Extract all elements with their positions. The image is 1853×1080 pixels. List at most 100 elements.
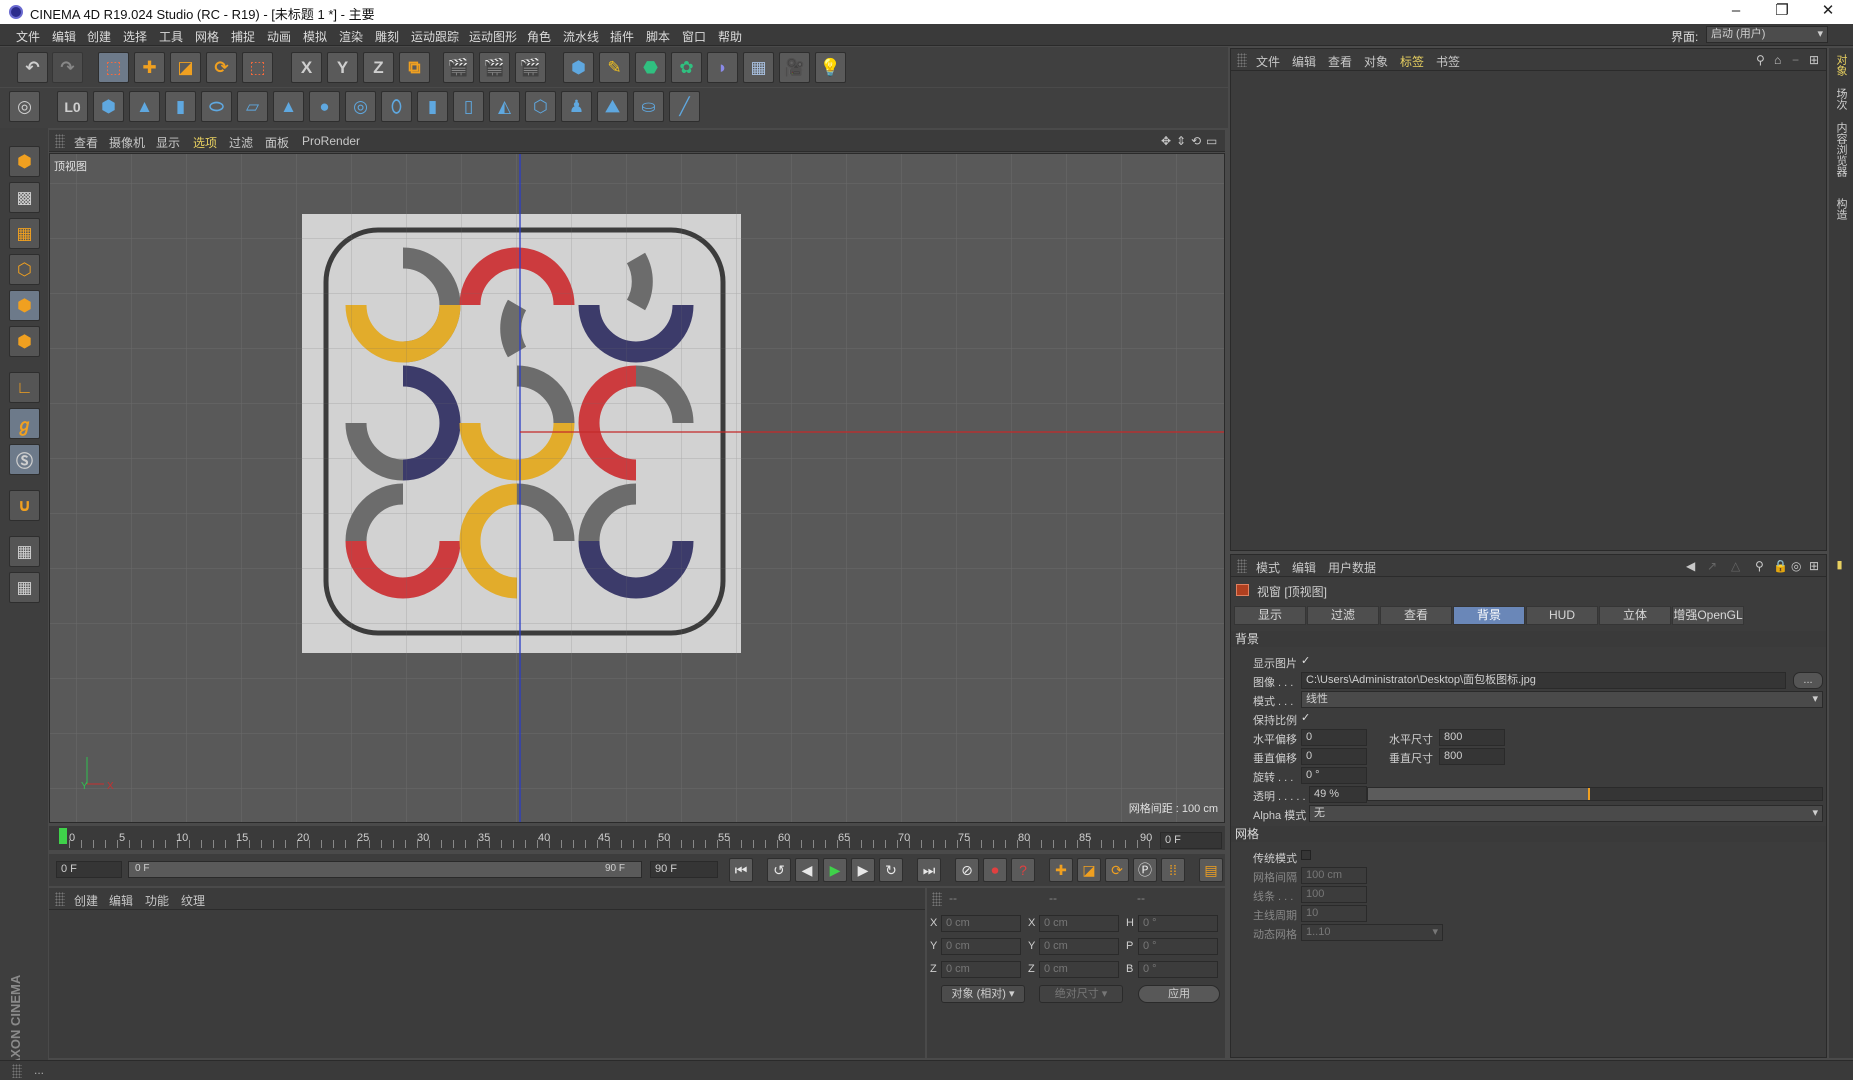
polygons-mode-button[interactable]: ⬢ <box>9 326 40 357</box>
menu-render[interactable]: 渲染 <box>339 28 363 45</box>
camera-button[interactable]: 🎥 <box>779 52 810 83</box>
menu-mograph[interactable]: 运动图形 <box>469 28 517 45</box>
key-scale-button[interactable]: ◪ <box>1077 858 1101 882</box>
legacy-mode-checkbox[interactable] <box>1301 850 1311 860</box>
sphere-primitive-button[interactable]: ● <box>309 91 340 122</box>
tab-background[interactable]: 背景 <box>1453 606 1525 625</box>
up-arrow-icon[interactable]: △ <box>1731 559 1740 573</box>
search-icon[interactable]: ⚲ <box>1756 53 1765 67</box>
interface-select[interactable]: 启动 (用户) ▾ <box>1706 26 1828 43</box>
z-axis-lock-button[interactable]: Z <box>363 52 394 83</box>
texture-mode-button[interactable]: ▩ <box>9 182 40 213</box>
bezier-primitive-button[interactable]: ╱ <box>669 91 700 122</box>
size-mode-select[interactable]: 绝对尺寸 ▾ <box>1039 985 1123 1003</box>
transparency-field[interactable]: 49 % <box>1309 786 1367 803</box>
back-arrow-icon[interactable]: ◀ <box>1686 559 1695 573</box>
landscape-primitive-button[interactable]: ⛰ <box>597 91 628 122</box>
next-frame-button[interactable]: ▶ <box>851 858 875 882</box>
grid-spacing-field[interactable]: 100 cm <box>1301 867 1367 884</box>
materials-menu-texture[interactable]: 纹理 <box>181 892 205 909</box>
prev-frame-button[interactable]: ◀ <box>795 858 819 882</box>
om-menu-view[interactable]: 查看 <box>1328 53 1352 70</box>
om-menu-file[interactable]: 文件 <box>1256 53 1280 70</box>
null-object-button[interactable]: L0 <box>57 91 88 122</box>
size-z-field[interactable]: 0 cm <box>1039 961 1119 978</box>
light-button[interactable]: 💡 <box>815 52 846 83</box>
materials-menu-create[interactable]: 创建 <box>74 892 98 909</box>
menu-plugins[interactable]: 插件 <box>610 28 634 45</box>
auto-key-button[interactable]: ⏺ <box>983 858 1007 882</box>
coord-mode-select[interactable]: 对象 (相对) ▾ <box>941 985 1025 1003</box>
pyramid-primitive-button[interactable]: ◭ <box>489 91 520 122</box>
snap-button[interactable]: Ⓢ <box>9 444 40 475</box>
goto-end-button[interactable]: ⏭ <box>917 858 941 882</box>
viewport-menu-cameras[interactable]: 摄像机 <box>109 134 145 151</box>
viewport-maximize-icon[interactable]: ▭ <box>1206 134 1217 148</box>
menu-pipeline[interactable]: 流水线 <box>563 28 599 45</box>
viewport-move-icon[interactable]: ✥ <box>1161 134 1171 148</box>
menu-create[interactable]: 创建 <box>87 28 111 45</box>
make-editable-button[interactable]: ◎ <box>9 91 40 122</box>
capsule-primitive-button[interactable]: ⬯ <box>381 91 412 122</box>
minimize-button[interactable]: – <box>1713 0 1759 24</box>
render-picture-viewer-button[interactable]: 🎬 <box>479 52 510 83</box>
oil-tank-primitive-button[interactable]: ▮ <box>417 91 448 122</box>
right-tab-content-browser[interactable]: 内容浏览器 <box>1833 122 1849 177</box>
rotate-tool-button[interactable]: ⟳ <box>206 52 237 83</box>
cylinder-primitive-button[interactable]: ▮ <box>165 91 196 122</box>
recent-tool-button[interactable]: ⬚ <box>242 52 273 83</box>
torus-primitive-button[interactable]: ◎ <box>345 91 376 122</box>
search-icon[interactable]: ⚲ <box>1755 559 1764 573</box>
y-axis-lock-button[interactable]: Y <box>327 52 358 83</box>
workplane-mode-button[interactable]: ▦ <box>9 218 40 249</box>
rotate-field[interactable]: 0 ° <box>1301 767 1367 784</box>
right-tab-objects[interactable]: 对象 <box>1833 54 1849 76</box>
edges-mode-button[interactable]: ⬢ <box>9 290 40 321</box>
tab-hud[interactable]: HUD <box>1526 606 1598 625</box>
model-mode-button[interactable]: ⬢ <box>9 146 40 177</box>
pos-x-field[interactable]: 0 cm <box>941 915 1021 932</box>
v-size-field[interactable]: 800 <box>1439 748 1505 765</box>
target-icon[interactable]: ◎ <box>1791 559 1801 573</box>
tweak-mode-button[interactable]: ℊ <box>9 408 40 439</box>
viewport-rotate-icon[interactable]: ⟲ <box>1191 134 1201 148</box>
coordinate-system-button[interactable]: ⧉ <box>399 52 430 83</box>
om-menu-edit[interactable]: 编辑 <box>1292 53 1316 70</box>
planar-workplane-button[interactable]: ▦ <box>9 572 40 603</box>
right-tab-attributes-icon[interactable]: ▮ <box>1833 558 1846 571</box>
polygon-primitive-button[interactable]: ▲ <box>273 91 304 122</box>
om-menu-objects[interactable]: 对象 <box>1364 53 1388 70</box>
redo-button[interactable]: ↷ <box>52 52 83 83</box>
menu-help[interactable]: 帮助 <box>718 28 742 45</box>
next-key-button[interactable]: ↻ <box>879 858 903 882</box>
pen-tool-button[interactable]: ✎ <box>599 52 630 83</box>
menu-file[interactable]: 文件 <box>16 28 40 45</box>
disc-primitive-button[interactable]: ⬭ <box>201 91 232 122</box>
viewport-menu-display[interactable]: 显示 <box>156 134 180 151</box>
viewport-menu-filter[interactable]: 过滤 <box>229 134 253 151</box>
dynamic-grid-select[interactable]: 1..10 ▾ <box>1301 924 1443 941</box>
image-path-field[interactable]: C:\Users\Administrator\Desktop\面包板图标.jpg <box>1301 672 1786 689</box>
am-menu-edit[interactable]: 编辑 <box>1292 559 1316 576</box>
cube-primitive-button[interactable]: ⬢ <box>93 91 124 122</box>
timeline-ruler[interactable] <box>49 826 1225 850</box>
am-menu-mode[interactable]: 模式 <box>1256 559 1280 576</box>
menu-sculpt[interactable]: 雕刻 <box>375 28 399 45</box>
render-view-button[interactable]: 🎬 <box>443 52 474 83</box>
render-settings-button[interactable]: 🎬 <box>515 52 546 83</box>
new-window-icon[interactable]: ⊞ <box>1809 53 1819 67</box>
axis-mode-button[interactable]: ∟ <box>9 372 40 403</box>
viewport-menu-options[interactable]: 选项 <box>193 134 217 151</box>
current-frame-marker[interactable] <box>59 828 67 844</box>
tab-view[interactable]: 查看 <box>1380 606 1452 625</box>
new-window-icon[interactable]: ⊞ <box>1809 559 1819 573</box>
keyframe-selection-button[interactable]: ? <box>1011 858 1035 882</box>
record-keys-button[interactable]: ⊘ <box>955 858 979 882</box>
tab-stereo[interactable]: 立体 <box>1599 606 1671 625</box>
apply-button[interactable]: 应用 <box>1138 985 1220 1003</box>
lock-workplane-button[interactable]: ▦ <box>9 536 40 567</box>
scale-tool-button[interactable]: ◪ <box>170 52 201 83</box>
plane-primitive-button[interactable]: ▱ <box>237 91 268 122</box>
materials-menu-edit[interactable]: 编辑 <box>109 892 133 909</box>
play-button[interactable]: ▶ <box>823 858 847 882</box>
